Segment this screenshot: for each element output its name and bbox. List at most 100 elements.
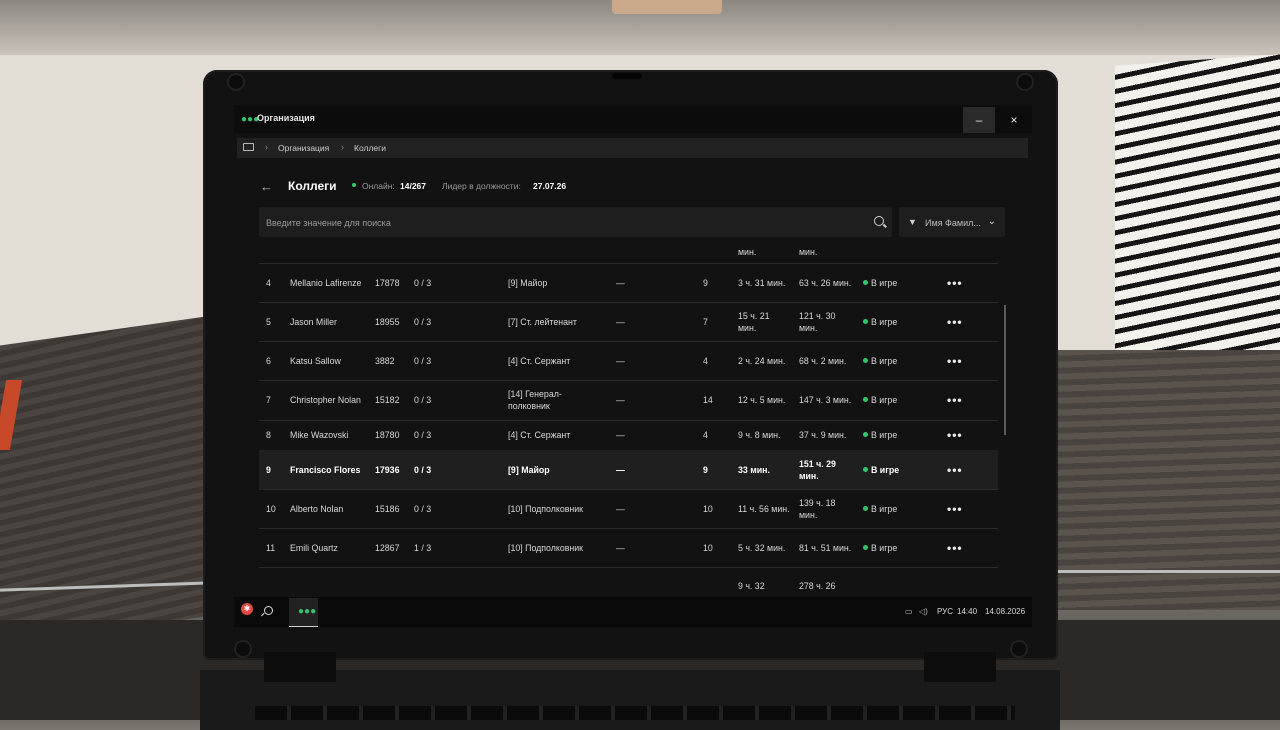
window-blinds (1115, 54, 1280, 396)
cell-week: 151 ч. 29 мин. (799, 459, 836, 481)
taskbar-search-icon[interactable] (264, 606, 273, 615)
search-input[interactable]: Введите значение для поиска (259, 207, 892, 237)
language-indicator[interactable]: РУС (937, 607, 953, 616)
scrollbar[interactable] (1004, 305, 1006, 435)
cell-today: 12 ч. 5 мин. (738, 395, 786, 405)
cell-number: 8 (266, 430, 271, 440)
cell-status: В игре (863, 464, 899, 476)
table-row[interactable]: 7 Christopher Nolan 15182 0 / 3 [14] Генерал… (259, 380, 998, 421)
more-actions-icon[interactable]: ••• (947, 502, 963, 516)
cell-today: 3 ч. 31 мин. (738, 278, 786, 288)
more-actions-icon[interactable]: ••• (947, 541, 963, 555)
table-row[interactable]: 5 Jason Miller 18955 0 / 3 [7] Ст. лейтенант… (259, 302, 998, 342)
cell-rank: [14] Генерал-полковник (508, 389, 562, 411)
cell-week: 278 ч. 26 (799, 581, 836, 591)
cell-status: В игре (863, 355, 897, 367)
cell-week: 68 ч. 2 мин. (799, 356, 847, 366)
network-icon[interactable]: ▭ (905, 607, 913, 616)
cell-number: 7 (266, 395, 271, 405)
bezel-screw (229, 75, 243, 89)
table-row[interactable]: 8 Mike Wazovski 18780 0 / 3 [4] Ст. Сержант —… (259, 420, 998, 451)
more-actions-icon[interactable]: ••• (947, 354, 963, 368)
monitor-icon[interactable] (243, 143, 254, 151)
window-titlebar: ●●● Организация – × (234, 105, 1032, 133)
cell-number: 9 (266, 465, 271, 475)
more-actions-icon[interactable]: ••• (947, 463, 963, 477)
cell-number: 5 (266, 317, 271, 327)
cell-level: 14 (703, 395, 713, 405)
cell-name: Katsu Sallow (290, 356, 341, 366)
cell-rank: [10] Подполковник (508, 543, 584, 553)
cell-today: 9 ч. 8 мин. (738, 430, 781, 440)
laptop-screen: ●●● Организация – × › Организация › Колл… (234, 105, 1032, 627)
cell-today: 11 ч. 56 мин. (738, 504, 790, 514)
table-row[interactable]: 6 Katsu Sallow 3882 0 / 3 [4] Ст. Сержант — 4 2… (259, 341, 998, 381)
volume-icon[interactable]: ◁) (919, 607, 928, 616)
back-arrow-icon[interactable]: ← (260, 179, 273, 194)
cell-level: 9 (703, 465, 708, 475)
status-text: В игре (871, 543, 898, 553)
breadcrumb-organization[interactable]: Организация (278, 143, 329, 153)
status-dot (863, 280, 868, 285)
bezel-screw (1012, 642, 1026, 656)
cell-id: 17936 (375, 465, 400, 475)
more-actions-icon[interactable]: ••• (947, 315, 963, 329)
more-actions-icon[interactable]: ••• (947, 276, 963, 290)
status-dot (863, 432, 868, 437)
table-row[interactable]: 11 Emili Quartz 12867 1 / 3 [10] Подполковни… (259, 528, 998, 568)
cell-name: Emili Quartz (290, 543, 338, 553)
bed-left (0, 314, 220, 646)
minimize-button[interactable]: – (963, 107, 995, 133)
cell-number: 4 (266, 278, 271, 288)
cell-week: 81 ч. 51 мин. (799, 543, 852, 553)
cell-warnings: 0 / 3 (414, 317, 432, 327)
filter-dropdown[interactable]: ▼ Имя Фамил... ⌄ (899, 207, 1005, 237)
status-dot (863, 319, 868, 324)
cell-number: 11 (266, 543, 276, 553)
start-logo-icon[interactable]: ✱ (241, 603, 253, 615)
cell-extra: — (616, 356, 625, 366)
cell-level: 9 (703, 278, 708, 288)
page-title: Коллеги (288, 179, 337, 193)
cell-status: В игре (863, 394, 897, 406)
cell-rank: [4] Ст. Сержант (508, 356, 571, 366)
cell-id: 15186 (375, 504, 400, 514)
cell-today: 33 мин. (738, 465, 770, 475)
table-row[interactable]: 9 Francisco Flores 17936 0 / 3 [9] Майор — 9 33… (259, 450, 998, 490)
more-actions-icon[interactable]: ••• (947, 428, 963, 442)
cell-extra: — (616, 395, 625, 405)
bezel-screw (1018, 75, 1032, 89)
filter-selected-value: Имя Фамил... (925, 218, 981, 228)
breadcrumb-colleagues[interactable]: Коллеги (354, 143, 386, 153)
cell-rank: [9] Майор (508, 465, 550, 475)
table-row[interactable]: 4 Mellanio Lafirenze 17878 0 / 3 [9] Майор — 9… (259, 263, 998, 303)
ceiling-lamp (612, 0, 722, 14)
cell-id: 12867 (375, 543, 400, 553)
cell-warnings: 0 / 3 (414, 465, 432, 475)
status-dot (863, 358, 868, 363)
cell-extra: — (616, 465, 625, 475)
search-icon[interactable] (874, 216, 884, 226)
cell-extra: — (616, 504, 625, 514)
table-row[interactable]: 10 Alberto Nolan 15186 0 / 3 [10] Подполковн… (259, 489, 998, 529)
chevron-right-icon: › (265, 142, 268, 152)
close-button[interactable]: × (998, 107, 1030, 133)
status-dot (863, 467, 868, 472)
cell-status: В игре (863, 316, 897, 328)
taskbar-app-organization[interactable]: ●●● (289, 598, 318, 627)
status-text: В игре (871, 317, 898, 327)
clock-date: 14.08.2026 (985, 607, 1026, 616)
cell-today: 9 ч. 32 (738, 581, 765, 591)
cell-extra: — (616, 543, 625, 553)
laptop-hinge-right (924, 652, 996, 682)
cell-status: В игре (863, 542, 897, 554)
cell-level: 4 (703, 430, 708, 440)
cell-rank: [10] Подполковник (508, 504, 584, 514)
chevron-right-icon: › (341, 142, 344, 152)
cell-warnings: 0 / 3 (414, 278, 432, 288)
cell-today: 2 ч. 24 мин. (738, 356, 786, 366)
clock-time: 14:40 (957, 607, 978, 616)
cell-rank: [9] Майор (508, 278, 548, 288)
breadcrumb: › Организация › Коллеги (237, 138, 1028, 158)
more-actions-icon[interactable]: ••• (947, 393, 963, 407)
